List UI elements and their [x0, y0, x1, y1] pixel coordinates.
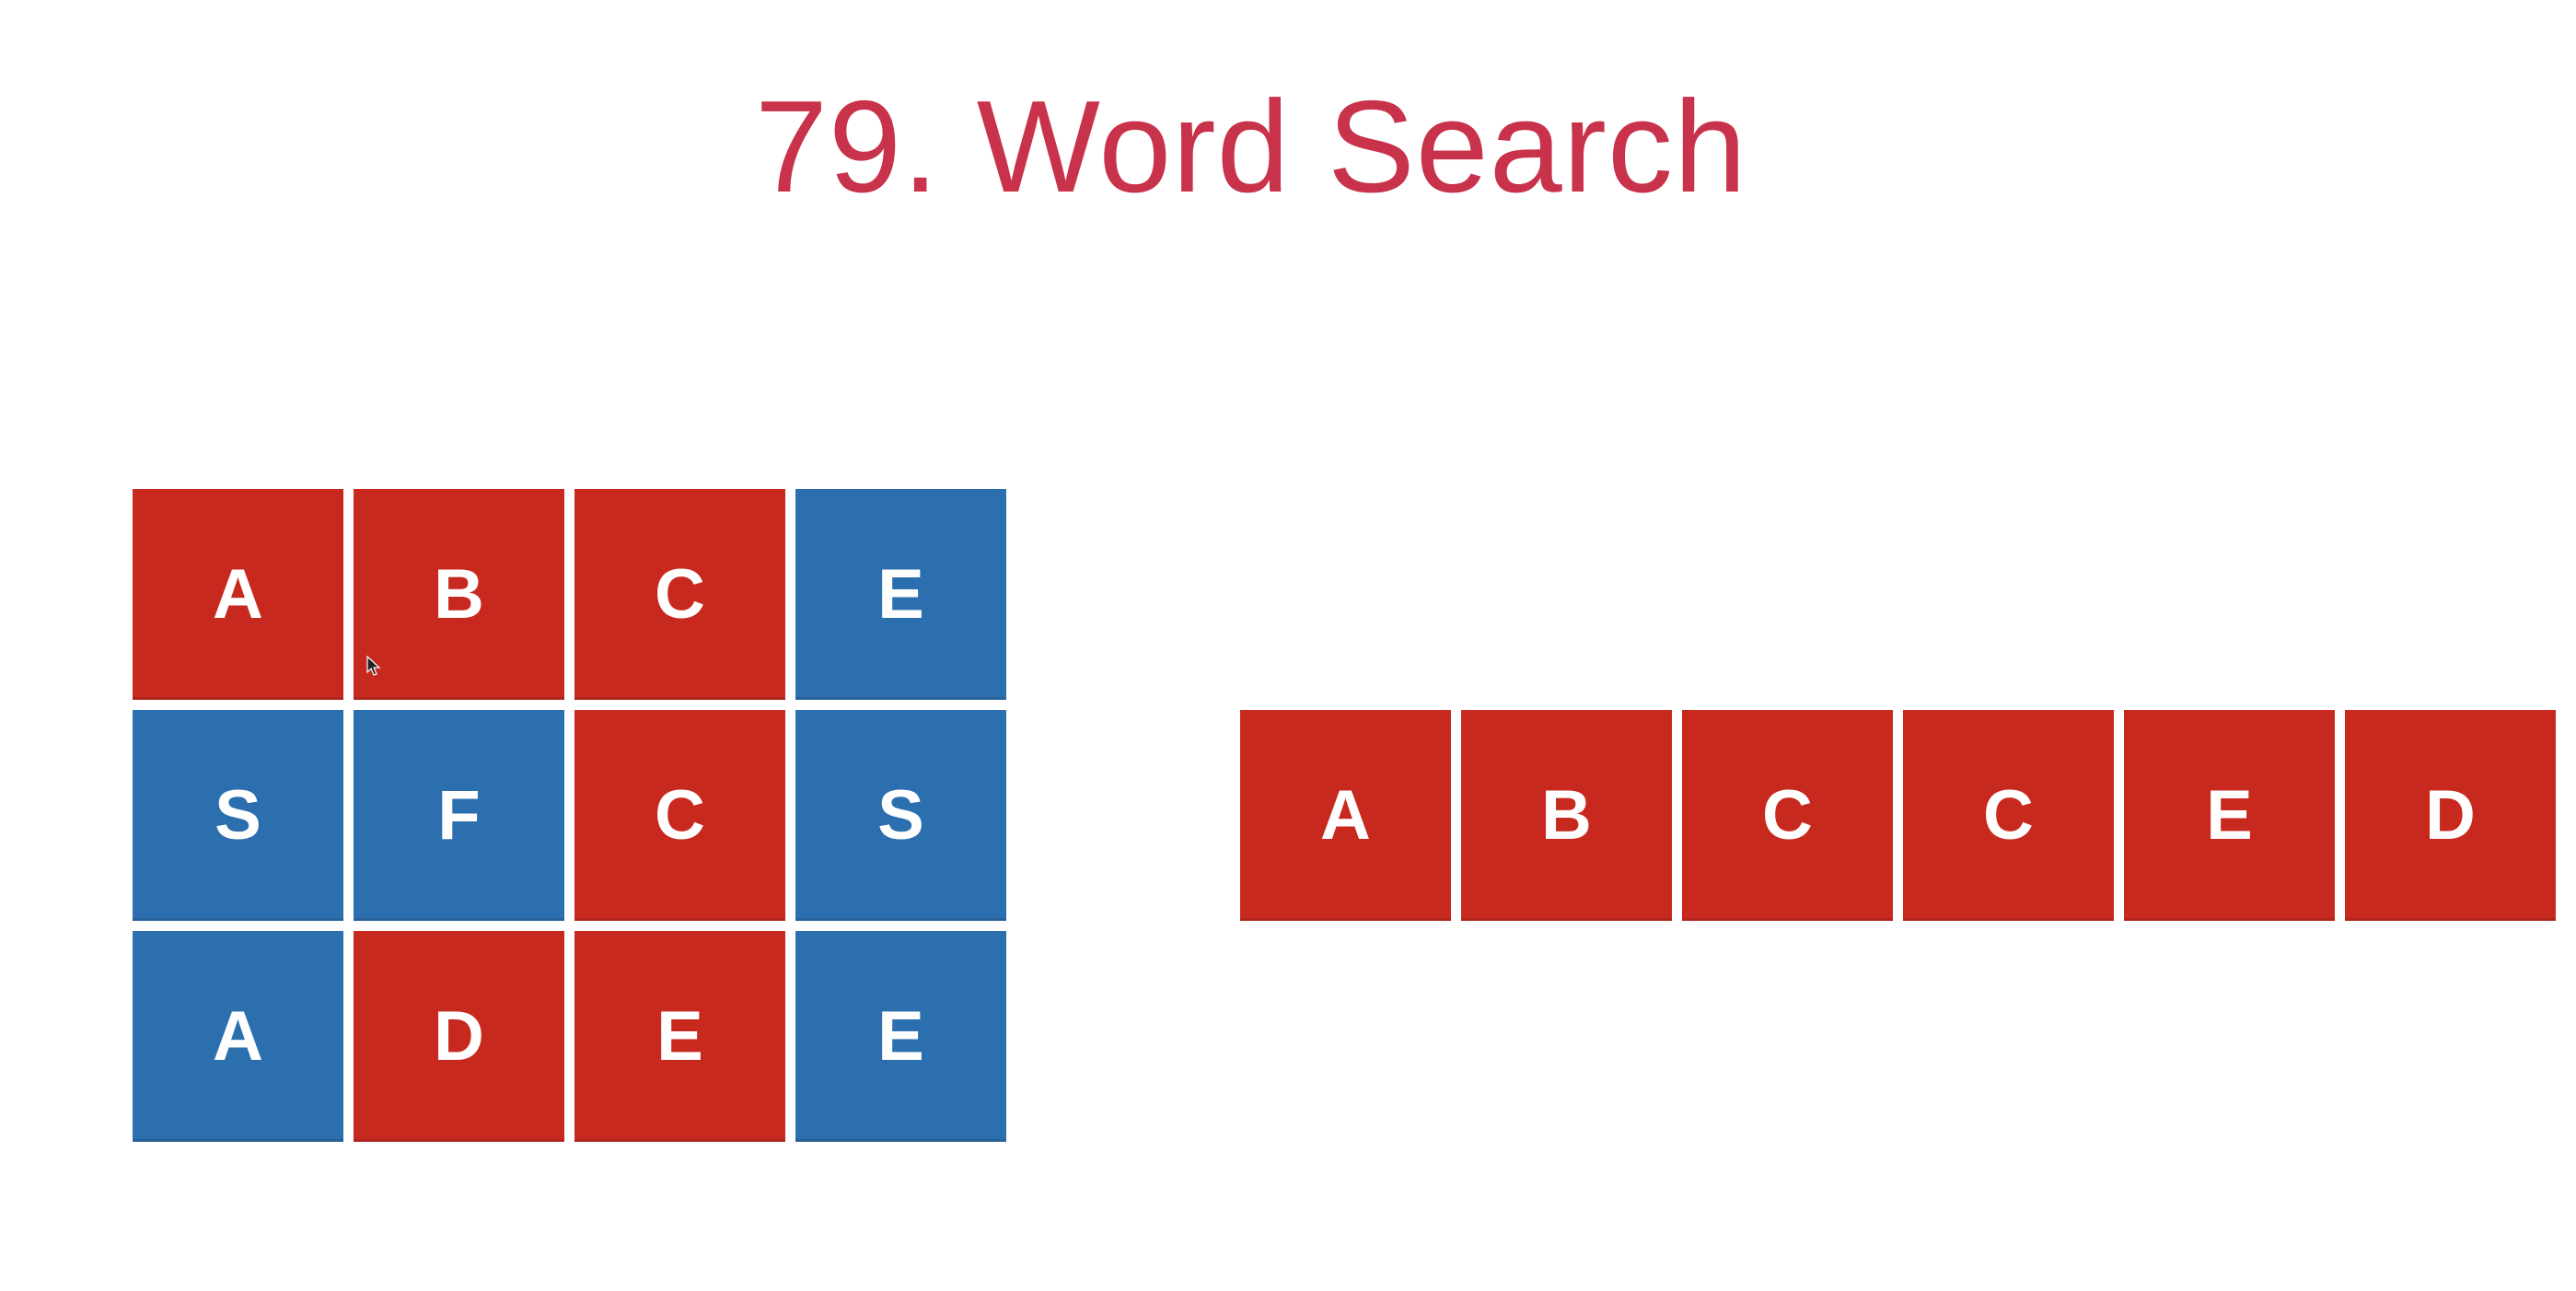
mouse-pointer-icon [366, 656, 381, 676]
board-cell: F [354, 710, 564, 921]
letter-board: ABCESFCSADEE [133, 489, 1009, 1142]
board-cell: E [795, 489, 1006, 700]
word-letter-tile: C [1903, 710, 2114, 921]
board-cell: B [354, 489, 564, 700]
board-cell: C [574, 489, 785, 700]
board-cell: S [133, 710, 343, 921]
word-letter-tile: B [1461, 710, 1672, 921]
target-word: ABCCED [1240, 710, 2556, 921]
board-cell: E [795, 931, 1006, 1142]
slide-title: 79. Word Search [755, 74, 1747, 220]
word-letter-tile: E [2124, 710, 2335, 921]
board-cell: C [574, 710, 785, 921]
slide: 79. Word Search ABCESFCSADEE ABCCED [0, 0, 2576, 1291]
board-cell: D [354, 931, 564, 1142]
board-cell: S [795, 710, 1006, 921]
board-cell: E [574, 931, 785, 1142]
word-letter-tile: C [1682, 710, 1893, 921]
word-letter-tile: D [2345, 710, 2556, 921]
board-cell: A [133, 931, 343, 1142]
word-letter-tile: A [1240, 710, 1451, 921]
board-cell: A [133, 489, 343, 700]
